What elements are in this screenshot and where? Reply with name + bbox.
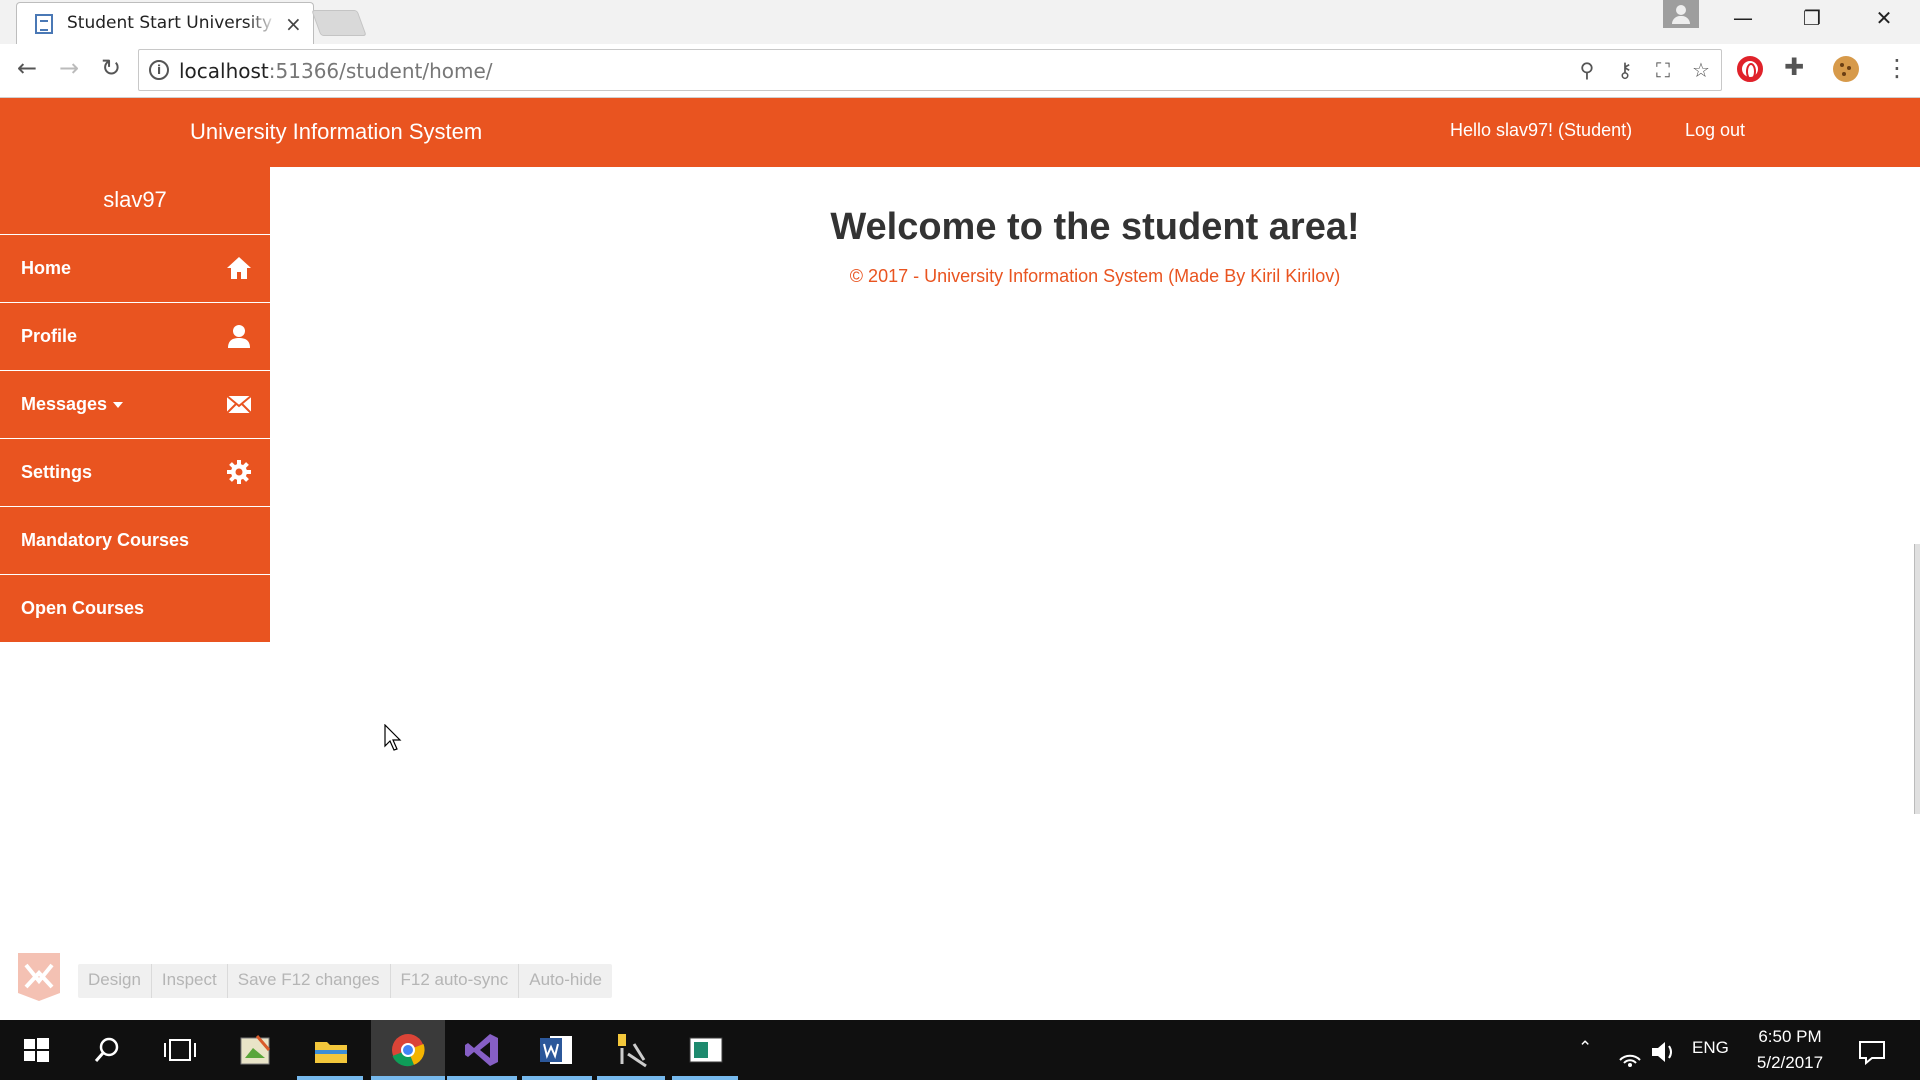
- file-explorer-icon[interactable]: [311, 1030, 351, 1070]
- user-icon: [228, 325, 250, 348]
- tab-title: Student Start University L: [67, 13, 277, 33]
- sidebar: slav97 Home Profile Messages Settings Ma…: [0, 167, 270, 643]
- browser-tab[interactable]: Student Start University L ×: [16, 2, 314, 44]
- f12-auto-sync-button[interactable]: F12 auto-sync: [391, 964, 520, 998]
- key-icon[interactable]: ⚷: [1611, 58, 1639, 82]
- zoom-icon[interactable]: ⚲: [1573, 58, 1601, 82]
- maximize-button[interactable]: ❐: [1792, 6, 1832, 30]
- sidebar-item-messages[interactable]: Messages: [0, 371, 270, 439]
- browser-link-logo-icon[interactable]: [16, 951, 62, 1003]
- gear-icon: [227, 460, 251, 484]
- tools-running-indicator: [597, 1076, 665, 1080]
- page-title: Welcome to the student area!: [830, 206, 1360, 248]
- sidebar-item-label: Messages: [21, 394, 124, 415]
- tools-app-icon[interactable]: [612, 1030, 652, 1070]
- sidebar-item-profile[interactable]: Profile: [0, 303, 270, 371]
- close-window-button[interactable]: ✕: [1864, 6, 1904, 30]
- save-f12-changes-button[interactable]: Save F12 changes: [228, 964, 391, 998]
- sidebar-item-label: Home: [21, 258, 72, 278]
- browser-toolbar: ← → ↻ i localhost:51366/student/home/ ⚲ …: [0, 44, 1920, 98]
- sidebar-item-open-courses[interactable]: Open Courses: [0, 575, 270, 643]
- visual-studio-icon[interactable]: [462, 1030, 502, 1070]
- chrome-running-indicator: [371, 1076, 445, 1080]
- top-navbar: University Information System Hello slav…: [0, 98, 1920, 167]
- browser-tab-strip: Student Start University L × — ❐ ✕: [0, 0, 1920, 44]
- tab-close-icon[interactable]: ×: [285, 12, 302, 36]
- cookie-extension-icon[interactable]: [1833, 56, 1859, 82]
- clock-date: 5/2/2017: [1756, 1053, 1824, 1072]
- explorer-running-indicator: [297, 1076, 363, 1080]
- design-button[interactable]: Design: [78, 964, 152, 998]
- word-running-indicator: [522, 1076, 592, 1080]
- url-host: localhost: [179, 59, 269, 83]
- home-icon: [227, 257, 251, 279]
- taskbar-clock[interactable]: 6:50 PM 5/2/2017: [1730, 1024, 1850, 1076]
- clock-time: 6:50 PM: [1758, 1027, 1822, 1046]
- back-arrow-icon[interactable]: ←: [12, 54, 42, 82]
- sidebar-item-home[interactable]: Home: [0, 235, 270, 303]
- site-info-icon[interactable]: i: [149, 60, 169, 80]
- chrome-icon[interactable]: [388, 1030, 428, 1070]
- opera-extension-icon[interactable]: [1737, 56, 1763, 82]
- sidebar-item-mandatory-courses[interactable]: Mandatory Courses: [0, 507, 270, 575]
- sidebar-item-label: Open Courses: [21, 598, 145, 618]
- brand-link[interactable]: University Information System: [190, 119, 482, 145]
- sql-running-indicator: [672, 1076, 738, 1080]
- messages-label-text: Messages: [21, 394, 108, 414]
- profile-avatar-icon[interactable]: [1663, 0, 1699, 28]
- search-icon[interactable]: [88, 1030, 128, 1070]
- logout-link[interactable]: Log out: [1685, 120, 1745, 141]
- vs-running-indicator: [447, 1076, 517, 1080]
- word-icon[interactable]: [536, 1030, 576, 1070]
- address-bar[interactable]: i localhost:51366/student/home/ ⚲ ⚷ ⛶ ☆: [138, 49, 1722, 91]
- envelope-icon: [226, 395, 252, 414]
- volume-icon[interactable]: [1644, 1032, 1684, 1072]
- forward-arrow-icon[interactable]: →: [54, 54, 84, 82]
- copyright-text: © 2017 - University Information System (…: [849, 266, 1341, 286]
- new-tab-button[interactable]: [311, 10, 367, 36]
- sidebar-username: slav97: [0, 167, 270, 235]
- windows-taskbar: ⌃ ENG 6:50 PM 5/2/2017: [0, 1020, 1920, 1080]
- browser-menu-icon[interactable]: ⋮: [1885, 54, 1909, 82]
- auto-hide-button[interactable]: Auto-hide: [519, 964, 612, 998]
- web-page: University Information System Hello slav…: [0, 98, 1920, 1020]
- url-text[interactable]: localhost:51366/student/home/: [179, 59, 493, 83]
- extensions-puzzle-icon[interactable]: ✚: [1784, 53, 1810, 81]
- minimize-button[interactable]: —: [1723, 6, 1763, 30]
- action-center-icon[interactable]: [1852, 1032, 1892, 1072]
- task-view-icon[interactable]: [160, 1030, 200, 1070]
- page-favicon-icon: [35, 14, 53, 34]
- inspect-button[interactable]: Inspect: [152, 964, 228, 998]
- sidebar-item-label: Mandatory Courses: [21, 530, 190, 550]
- url-path: :51366/student/home/: [268, 59, 493, 83]
- sql-app-icon[interactable]: [686, 1030, 726, 1070]
- paint-app-icon[interactable]: [235, 1030, 275, 1070]
- page-scrollbar[interactable]: [1914, 544, 1920, 814]
- screen: Student Start University L × — ❐ ✕ ← → ↻…: [0, 0, 1920, 1080]
- windows-start-icon[interactable]: [16, 1030, 56, 1070]
- language-indicator[interactable]: ENG: [1692, 1038, 1729, 1058]
- reload-icon[interactable]: ↻: [96, 54, 126, 82]
- sidebar-item-label: Settings: [21, 462, 93, 482]
- sidebar-item-label: Profile: [21, 326, 78, 346]
- mouse-cursor-icon: [384, 724, 402, 751]
- translate-icon[interactable]: ⛶: [1649, 58, 1677, 82]
- sidebar-item-settings[interactable]: Settings: [0, 439, 270, 507]
- tray-expand-icon[interactable]: ⌃: [1578, 1038, 1592, 1058]
- user-greeting-link[interactable]: Hello slav97! (Student): [1450, 120, 1632, 141]
- browser-link-toolbar: Design Inspect Save F12 changes F12 auto…: [78, 964, 613, 998]
- chevron-down-icon: [113, 402, 124, 409]
- bookmark-star-icon[interactable]: ☆: [1687, 58, 1715, 82]
